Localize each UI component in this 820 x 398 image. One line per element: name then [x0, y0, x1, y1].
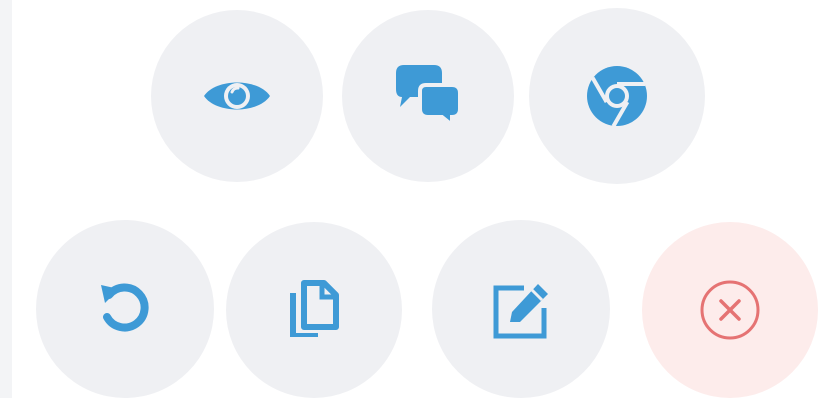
close-circle-icon: [699, 279, 761, 341]
close-button[interactable]: [642, 222, 818, 398]
chat-bubbles-icon: [390, 63, 466, 129]
chat-button[interactable]: [342, 10, 514, 182]
view-button[interactable]: [151, 10, 323, 182]
action-button-panel: [0, 0, 820, 398]
edit-icon: [488, 276, 554, 342]
chrome-button[interactable]: [529, 8, 705, 184]
copy-icon: [284, 277, 344, 343]
eye-icon: [202, 74, 272, 118]
copy-button[interactable]: [226, 222, 402, 398]
chrome-icon: [585, 64, 649, 128]
undo-arrow-icon: [95, 279, 155, 339]
edit-button[interactable]: [432, 220, 610, 398]
panel-left-edge: [0, 0, 12, 398]
refresh-button[interactable]: [36, 220, 214, 398]
